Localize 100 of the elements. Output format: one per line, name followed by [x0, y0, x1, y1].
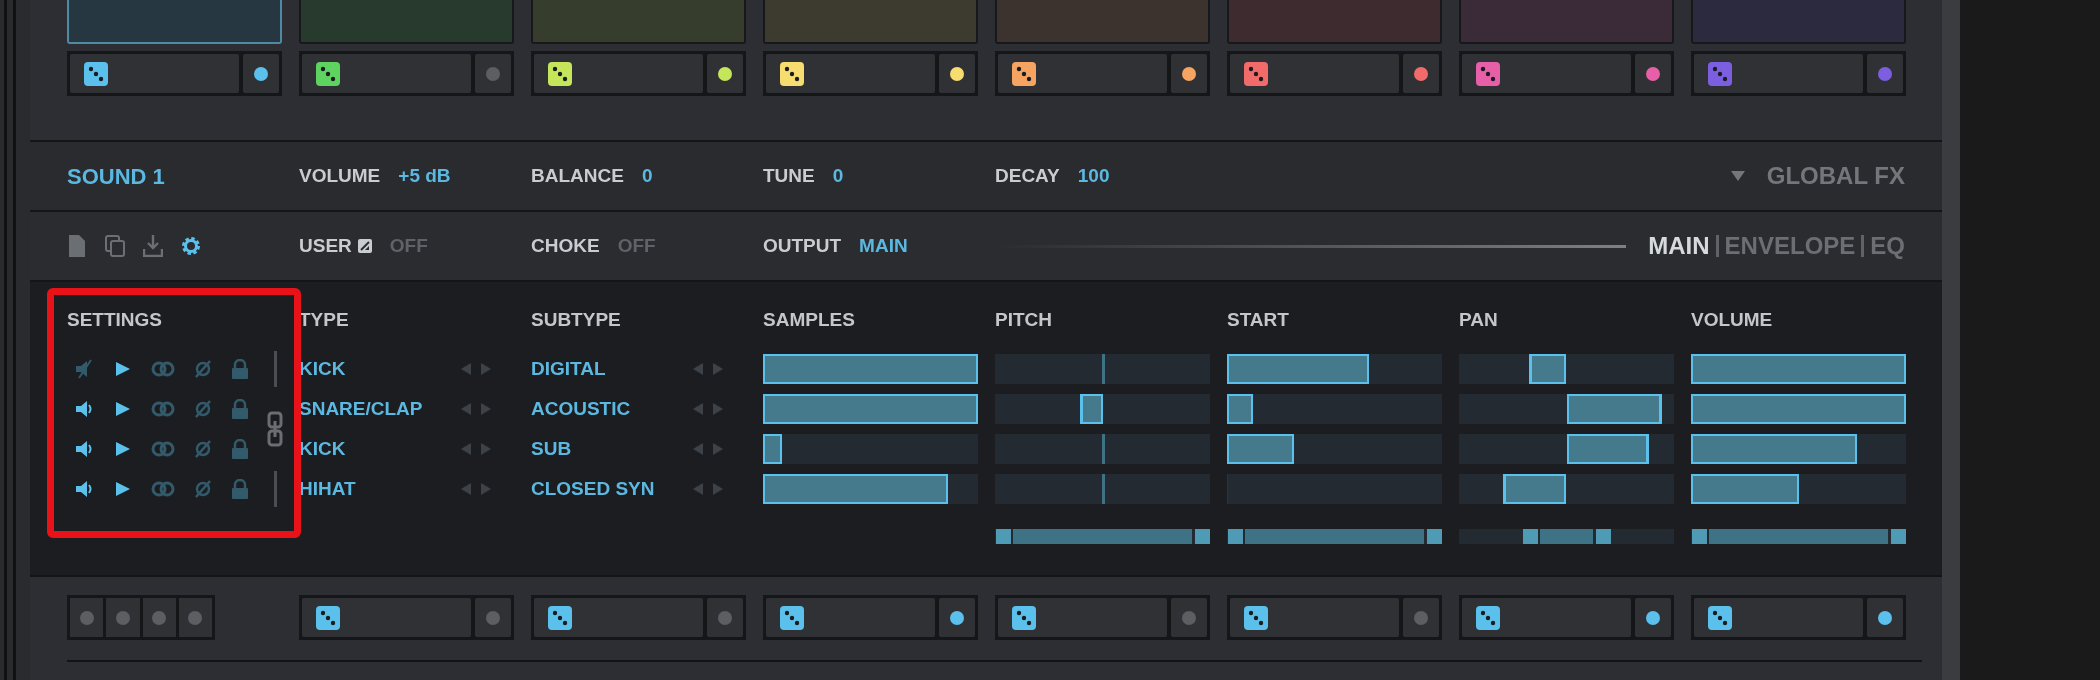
type-value: SNARE/CLAP: [299, 396, 424, 421]
meter-track[interactable]: [1227, 354, 1442, 384]
dice-button[interactable]: [1462, 54, 1631, 93]
range-handle[interactable]: [1891, 529, 1907, 544]
dot-button[interactable]: [707, 598, 743, 637]
meter-track[interactable]: [1691, 434, 1906, 464]
chain-link-icon[interactable]: [267, 411, 283, 447]
dot-button[interactable]: [243, 54, 279, 93]
meter-track[interactable]: [995, 354, 1210, 384]
dot-button[interactable]: [1635, 54, 1671, 93]
lock-icon[interactable]: [231, 479, 249, 499]
dice-button[interactable]: [70, 54, 239, 93]
lock-icon[interactable]: [231, 359, 249, 379]
meter-track[interactable]: [763, 434, 978, 464]
dot-button[interactable]: [142, 598, 176, 637]
meter-track[interactable]: [995, 474, 1210, 504]
dot-button[interactable]: [1403, 54, 1439, 93]
download-icon[interactable]: [143, 235, 163, 257]
parameter-value[interactable]: 0: [832, 161, 844, 191]
dice-button[interactable]: [302, 598, 471, 637]
dice-button[interactable]: [766, 54, 935, 93]
parameter-value[interactable]: +5 dB: [398, 161, 451, 191]
muted-speaker-icon[interactable]: [75, 359, 95, 379]
dot-button[interactable]: [475, 54, 511, 93]
meter-track[interactable]: [1459, 354, 1674, 384]
range-handle[interactable]: [1227, 529, 1243, 544]
meter-track[interactable]: [1459, 434, 1674, 464]
range-track[interactable]: [1459, 529, 1674, 544]
range-handle[interactable]: [1522, 529, 1538, 544]
global-fx-button[interactable]: GLOBAL FX: [1730, 158, 1905, 194]
meter-track[interactable]: [1459, 474, 1674, 504]
meter-track[interactable]: [995, 434, 1210, 464]
dot-button[interactable]: [106, 598, 140, 637]
pad-tile[interactable]: [995, 0, 1210, 44]
range-track[interactable]: [1691, 529, 1906, 544]
pad-tile[interactable]: [67, 0, 282, 44]
pad-tile[interactable]: [299, 0, 514, 44]
dot-button[interactable]: [1403, 598, 1439, 637]
option-value[interactable]: MAIN: [859, 231, 908, 261]
dot-button[interactable]: [1635, 598, 1671, 637]
dot-button[interactable]: [939, 54, 975, 93]
dot-button[interactable]: [1171, 54, 1207, 93]
dice-button[interactable]: [998, 54, 1167, 93]
pad-tile[interactable]: [531, 0, 746, 44]
parameter-label: TUNE: [763, 163, 815, 188]
dice-button[interactable]: [766, 598, 935, 637]
pad-tile[interactable]: [1227, 0, 1442, 44]
dice-button[interactable]: [302, 54, 471, 93]
dot-button[interactable]: [939, 598, 975, 637]
tab[interactable]: MAIN: [1648, 228, 1710, 264]
pad-tile[interactable]: [1459, 0, 1674, 44]
copy-icon[interactable]: [105, 235, 125, 257]
dice-button[interactable]: [1462, 598, 1631, 637]
range-handle[interactable]: [1596, 529, 1612, 544]
pad-tile[interactable]: [763, 0, 978, 44]
link-icon[interactable]: [151, 479, 175, 499]
dot-button[interactable]: [1867, 598, 1903, 637]
meter-track[interactable]: [1227, 474, 1442, 504]
parameter-value[interactable]: 100: [1077, 161, 1110, 191]
dice-button[interactable]: [998, 598, 1167, 637]
phase-icon[interactable]: [193, 439, 213, 459]
pad-tile[interactable]: [1691, 0, 1906, 44]
phase-icon[interactable]: [193, 479, 213, 499]
phase-icon[interactable]: [193, 359, 213, 379]
range-track[interactable]: [1227, 529, 1442, 544]
range-handle[interactable]: [1691, 529, 1707, 544]
meter-track[interactable]: [1227, 434, 1442, 464]
meter-track[interactable]: [1691, 474, 1906, 504]
file-icon[interactable]: [67, 235, 87, 257]
range-handle[interactable]: [1195, 529, 1211, 544]
range-handle[interactable]: [995, 529, 1011, 544]
dot-button[interactable]: [70, 598, 104, 637]
checkbox-icon: [357, 239, 372, 253]
range-bar: [1539, 529, 1594, 544]
meter-track[interactable]: [995, 394, 1210, 424]
range-handle[interactable]: [1427, 529, 1443, 544]
lock-icon[interactable]: [231, 399, 249, 419]
lock-icon[interactable]: [231, 439, 249, 459]
meter-track[interactable]: [1227, 394, 1442, 424]
dice-button[interactable]: [1230, 598, 1399, 637]
settings-icon[interactable]: [181, 235, 201, 257]
link-icon[interactable]: [151, 359, 175, 379]
dice-icon: [1244, 605, 1268, 630]
dice-button[interactable]: [1694, 598, 1863, 637]
dot-button[interactable]: [1171, 598, 1207, 637]
dot-button[interactable]: [707, 54, 743, 93]
parameter-label: DECAY: [995, 163, 1060, 188]
range-track[interactable]: [995, 529, 1210, 544]
dot-button[interactable]: [178, 598, 212, 637]
link-icon[interactable]: [151, 439, 175, 459]
dice-button[interactable]: [1230, 54, 1399, 93]
dot-button[interactable]: [475, 598, 511, 637]
dice-button[interactable]: [534, 54, 703, 93]
dot-button[interactable]: [1867, 54, 1903, 93]
phase-icon[interactable]: [193, 399, 213, 419]
option-label: CHOKE: [531, 233, 600, 258]
meter-track[interactable]: [1459, 394, 1674, 424]
parameter-value[interactable]: 0: [641, 161, 653, 191]
link-icon[interactable]: [151, 399, 175, 419]
dice-button[interactable]: [534, 598, 703, 637]
